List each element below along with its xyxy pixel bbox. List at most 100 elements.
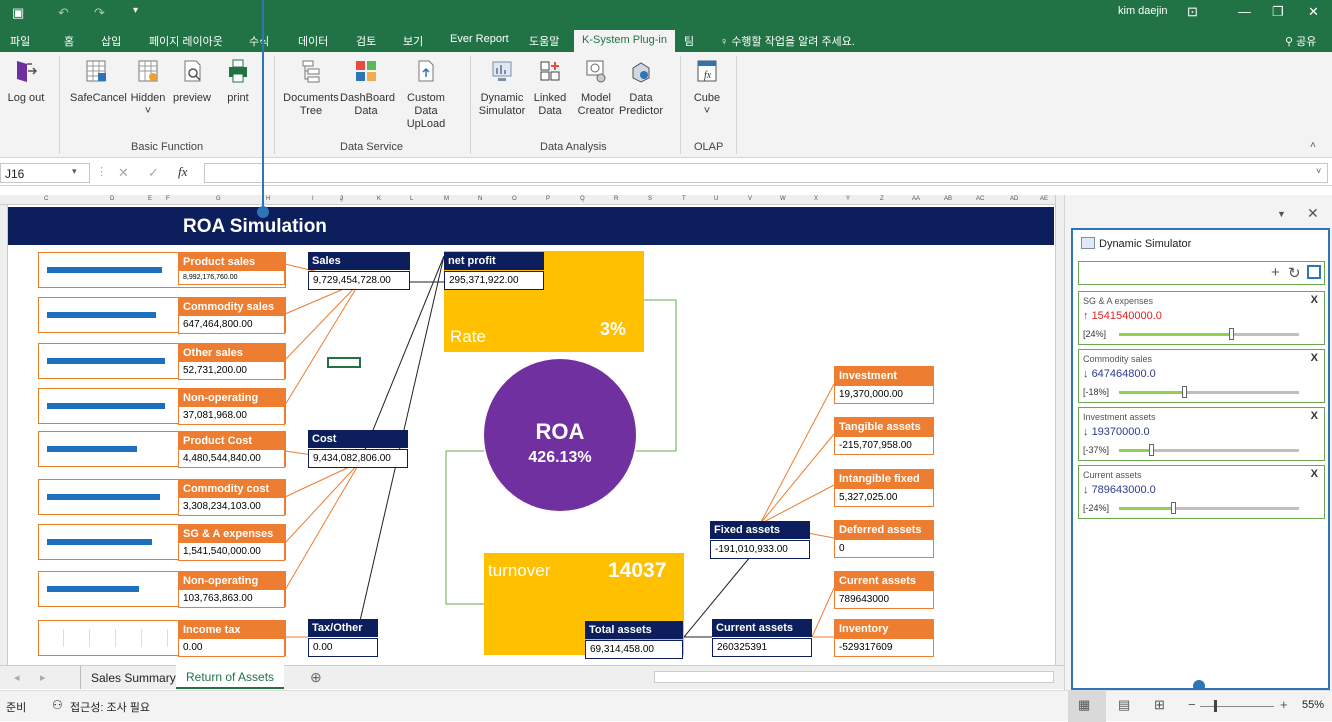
card-slider[interactable] bbox=[1119, 444, 1299, 456]
right-item-value[interactable]: 19,370,000.00 bbox=[834, 385, 934, 404]
right-item-value[interactable]: 0 bbox=[834, 539, 934, 558]
left-item-value[interactable]: 103,763,863.00 bbox=[178, 589, 285, 608]
remove-card-icon[interactable]: X bbox=[1311, 410, 1318, 422]
card-name: Current assets bbox=[1083, 470, 1142, 480]
right-item-value[interactable]: -529317609 bbox=[834, 638, 934, 657]
dynamic-simulator-panel: Dynamic Simulator + ↻ SG & A expenses X ↑ … bbox=[1071, 228, 1330, 690]
cost-value[interactable]: 9,434,082,806.00 bbox=[308, 449, 408, 468]
horizontal-scrollbar[interactable] bbox=[654, 671, 1054, 683]
remove-card-icon[interactable]: X bbox=[1311, 294, 1318, 306]
card-value[interactable]: 789643000.0 bbox=[1092, 484, 1156, 496]
trend-arrow-icon: ↑ bbox=[1083, 310, 1089, 322]
accessibility-status[interactable]: 접근성: 조사 필요 bbox=[70, 699, 150, 715]
panel-toolbar: + ↻ bbox=[1078, 261, 1325, 285]
right-item-value[interactable]: -215,707,958.00 bbox=[834, 436, 934, 455]
right-item-value[interactable]: 5,327,025.00 bbox=[834, 488, 934, 507]
sheet-tab-return-of-assets[interactable]: Return of Assets bbox=[176, 665, 285, 689]
tax-value[interactable]: 0.00 bbox=[308, 638, 378, 657]
pane-options-icon[interactable]: ▼ bbox=[1277, 209, 1286, 219]
total-assets-value[interactable]: 69,314,458.00 bbox=[585, 640, 683, 659]
right-item-value[interactable]: 789643000 bbox=[834, 590, 934, 609]
gridline bbox=[63, 629, 64, 647]
next-sheet-icon[interactable]: ▸ bbox=[40, 671, 46, 684]
callout-marker bbox=[257, 206, 269, 218]
minimize-icon[interactable]: — bbox=[1238, 4, 1251, 19]
card-name: Commodity sales bbox=[1083, 354, 1153, 364]
remove-card-icon[interactable]: X bbox=[1311, 352, 1318, 364]
zoom-slider[interactable] bbox=[1200, 706, 1274, 707]
zoom-out-icon[interactable]: − bbox=[1188, 697, 1196, 712]
trend-arrow-icon: ↓ bbox=[1083, 426, 1089, 438]
left-item-bar bbox=[47, 358, 165, 364]
card-value-line: ↑ 1541540000.0 bbox=[1083, 310, 1162, 322]
left-item-bar bbox=[47, 539, 152, 545]
collapse-ribbon-icon[interactable]: ˄ bbox=[1310, 140, 1316, 151]
right-item-label: Investment bbox=[834, 366, 934, 386]
total-assets-label: Total assets bbox=[585, 621, 683, 639]
refresh-icon[interactable]: ↻ bbox=[1288, 264, 1301, 282]
rate-value: 3% bbox=[600, 319, 627, 339]
page-break-icon[interactable]: ⊞ bbox=[1154, 697, 1165, 713]
sales-value[interactable]: 9,729,454,728.00 bbox=[308, 271, 410, 290]
card-slider-thumb[interactable] bbox=[1171, 502, 1176, 514]
new-sheet-icon[interactable]: ⊕ bbox=[310, 669, 322, 686]
sheet-tab-sales-summary[interactable]: Sales Summary bbox=[80, 666, 187, 689]
turnover-value: 14037 bbox=[608, 559, 667, 582]
left-item-value[interactable]: 37,081,968.00 bbox=[178, 406, 285, 425]
right-item-label: Tangible assets bbox=[834, 417, 934, 437]
share-label: 공유 bbox=[1296, 36, 1317, 48]
left-item-value[interactable]: 8,992,176,760.00 bbox=[178, 270, 285, 285]
left-item-label: SG & A expenses bbox=[178, 524, 285, 544]
left-item-label: Commodity cost bbox=[178, 479, 285, 499]
accessibility-icon[interactable]: ⚇ bbox=[52, 698, 63, 712]
simulator-card: Commodity sales X ↓ 647464800.0 [-18%] bbox=[1078, 349, 1325, 403]
card-slider-thumb[interactable] bbox=[1149, 444, 1154, 456]
selected-cell[interactable] bbox=[327, 357, 361, 368]
left-item-value[interactable]: 1,541,540,000.00 bbox=[178, 542, 285, 561]
card-value-line: ↓ 19370000.0 bbox=[1083, 426, 1150, 438]
net-profit-value[interactable]: 295,371,922.00 bbox=[444, 271, 544, 290]
add-icon[interactable]: + bbox=[1271, 264, 1280, 281]
current-assets-mid-value[interactable]: 260325391 bbox=[712, 638, 812, 657]
card-slider-fill bbox=[1119, 449, 1151, 452]
zoom-in-icon[interactable]: + bbox=[1280, 697, 1288, 712]
card-value[interactable]: 647464800.0 bbox=[1092, 368, 1156, 380]
fixed-assets-value[interactable]: -191,010,933.00 bbox=[710, 540, 810, 559]
card-value[interactable]: 19370000.0 bbox=[1092, 426, 1150, 438]
pane-close-icon[interactable]: ✕ bbox=[1307, 205, 1319, 222]
cost-label: Cost bbox=[308, 430, 408, 448]
roa-label: ROA bbox=[535, 419, 585, 444]
save-icon[interactable] bbox=[1307, 265, 1321, 279]
roa-value: 426.13% bbox=[528, 449, 592, 466]
fixed-assets-label: Fixed assets bbox=[710, 521, 810, 539]
left-item-value[interactable]: 52,731,200.00 bbox=[178, 361, 285, 380]
restore-icon[interactable]: ❐ bbox=[1272, 4, 1284, 20]
card-slider[interactable] bbox=[1119, 502, 1299, 514]
expand-formula-icon[interactable]: ˅ bbox=[1316, 166, 1321, 176]
left-item-value[interactable]: 4,480,544,840.00 bbox=[178, 449, 285, 468]
left-item-label: Commodity sales bbox=[178, 297, 285, 317]
left-item-value[interactable]: 3,308,234,103.00 bbox=[178, 497, 285, 516]
left-item-label: Other sales bbox=[178, 343, 285, 363]
simulator-icon bbox=[1081, 237, 1095, 249]
remove-card-icon[interactable]: X bbox=[1311, 468, 1318, 480]
sheet-tabs-bar: ◂ ▸ Sales Summary Return of Assets ⊕ bbox=[0, 665, 1064, 689]
ribbon-display-icon[interactable]: ⊡ bbox=[1187, 4, 1198, 20]
close-icon[interactable]: ✕ bbox=[1308, 4, 1319, 20]
trend-arrow-icon: ↓ bbox=[1083, 484, 1089, 496]
card-slider[interactable] bbox=[1119, 328, 1299, 340]
card-slider-fill bbox=[1119, 333, 1231, 336]
card-slider[interactable] bbox=[1119, 386, 1299, 398]
prev-sheet-icon[interactable]: ◂ bbox=[14, 671, 20, 684]
card-slider-thumb[interactable] bbox=[1229, 328, 1234, 340]
left-item-value[interactable]: 647,464,800.00 bbox=[178, 315, 285, 334]
zoom-slider-thumb[interactable] bbox=[1214, 700, 1217, 712]
user-name[interactable]: kim daejin bbox=[1118, 5, 1168, 17]
share-button[interactable]: ⚲ 공유 bbox=[1285, 33, 1316, 49]
page-layout-icon[interactable]: ▤ bbox=[1118, 697, 1130, 713]
card-slider-thumb[interactable] bbox=[1182, 386, 1187, 398]
card-value[interactable]: 1541540000.0 bbox=[1092, 310, 1162, 322]
left-item-value[interactable]: 0.00 bbox=[178, 638, 285, 657]
zoom-level[interactable]: 55% bbox=[1302, 699, 1324, 711]
left-item-bar bbox=[47, 267, 162, 273]
